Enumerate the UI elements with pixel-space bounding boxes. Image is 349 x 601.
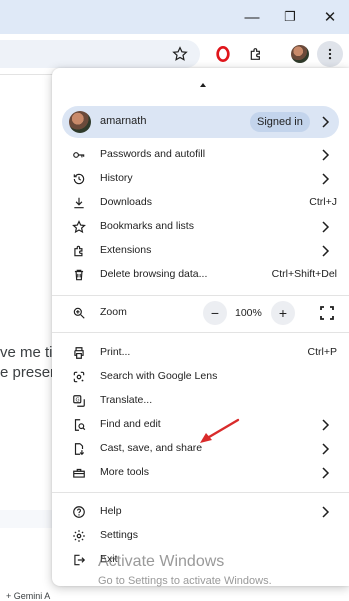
kebab-menu-icon[interactable] [317, 41, 343, 67]
menu-item-label: Downloads [100, 196, 152, 208]
svg-text:G: G [76, 398, 80, 404]
menu-item-label: More tools [100, 466, 150, 478]
chevron-right-icon [322, 173, 330, 185]
print-icon [71, 345, 87, 361]
menu-item-label: Settings [100, 529, 138, 541]
menu-item-label: Translate... [100, 394, 153, 406]
menu-item-more-tools[interactable]: More tools [52, 461, 349, 485]
menu-item-label: Cast, save, and share [100, 442, 203, 454]
menu-item-passwords[interactable]: Passwords and autofill [52, 143, 349, 167]
chevron-right-icon [322, 221, 330, 233]
menu-item-bookmarks[interactable]: Bookmarks and lists [52, 215, 349, 239]
puzzle-icon [71, 243, 87, 259]
puzzle-extensions-icon[interactable] [244, 42, 268, 66]
menu-item-downloads[interactable]: Downloads Ctrl+J [52, 191, 349, 215]
restore-button[interactable]: ❐ [271, 0, 309, 34]
menu-item-history[interactable]: History [52, 167, 349, 191]
menu-item-label: Extensions [100, 244, 152, 256]
chevron-right-icon [322, 443, 330, 455]
chevron-right-icon [322, 245, 330, 257]
trash-icon [71, 267, 87, 283]
settings-icon [71, 528, 87, 544]
cast-icon [71, 441, 87, 457]
chevron-right-icon [322, 149, 330, 161]
shortcut-text: Ctrl+P [307, 346, 337, 358]
zoom-level: 100% [235, 307, 262, 319]
menu-item-label: Print... [100, 346, 131, 358]
menu-item-help[interactable]: Help [52, 500, 349, 524]
fullscreen-icon[interactable] [315, 301, 339, 325]
find-icon [71, 417, 87, 433]
menu-divider [52, 295, 349, 296]
star-icon[interactable] [168, 42, 192, 66]
menu-item-label: Passwords and autofill [100, 148, 206, 160]
menu-divider [52, 332, 349, 333]
menu-item-settings[interactable]: Settings [52, 524, 349, 548]
chevron-right-icon [322, 116, 330, 128]
menu-item-label: Delete browsing data... [100, 268, 208, 280]
menu-item-label: Search with Google Lens [100, 370, 218, 382]
zoom-in-button[interactable]: + [271, 301, 295, 325]
signed-in-badge: Signed in [250, 112, 310, 132]
profile-avatar[interactable] [288, 42, 312, 66]
history-icon [71, 171, 87, 187]
zoom-out-button[interactable]: − [203, 301, 227, 325]
close-button[interactable]: ✕ [311, 0, 349, 34]
menu-item-label: History [100, 172, 133, 184]
chevron-right-icon [322, 467, 330, 479]
chevron-right-icon [322, 506, 330, 518]
menu-caret-icon [200, 83, 206, 87]
lens-icon [71, 369, 87, 385]
activate-windows-subtitle: Go to Settings to activate Windows. [98, 575, 272, 587]
menu-item-translate[interactable]: G Translate... [52, 389, 349, 413]
opera-extension-icon[interactable] [211, 42, 235, 66]
help-icon [71, 504, 87, 520]
activate-windows-watermark: Activate Windows [98, 553, 225, 570]
menu-item-extensions[interactable]: Extensions [52, 239, 349, 263]
translate-icon: G [71, 393, 87, 409]
profile-row[interactable]: amarnath Signed in [62, 106, 339, 138]
menu-item-zoom: Zoom − 100% + [52, 301, 349, 325]
menu-item-delete-browsing-data[interactable]: Delete browsing data... Ctrl+Shift+Del [52, 263, 349, 287]
shortcut-text: Ctrl+J [309, 196, 337, 208]
zoom-label: Zoom [100, 306, 127, 318]
menu-item-label: Help [100, 505, 122, 517]
chrome-main-menu: amarnath Signed in Passwords and autofil… [52, 68, 349, 586]
window-titlebar: — ❐ ✕ [0, 0, 349, 34]
profile-name: amarnath [100, 115, 147, 127]
menu-item-label: Bookmarks and lists [100, 220, 194, 232]
avatar [69, 111, 91, 133]
page-text-line: e presen [0, 364, 59, 381]
star-icon [71, 219, 87, 235]
menu-divider [52, 492, 349, 493]
chevron-right-icon [322, 419, 330, 431]
zoom-icon [71, 305, 87, 321]
exit-icon [71, 552, 87, 568]
minimize-button[interactable]: — [233, 0, 271, 34]
download-icon [71, 195, 87, 211]
toolbox-icon [71, 465, 87, 481]
annotation-arrow-icon [200, 418, 240, 443]
menu-item-print[interactable]: Print... Ctrl+P [52, 341, 349, 365]
shortcut-text: Ctrl+Shift+Del [271, 268, 337, 280]
menu-item-google-lens[interactable]: Search with Google Lens [52, 365, 349, 389]
menu-item-label: Find and edit [100, 418, 161, 430]
key-icon [71, 147, 87, 163]
